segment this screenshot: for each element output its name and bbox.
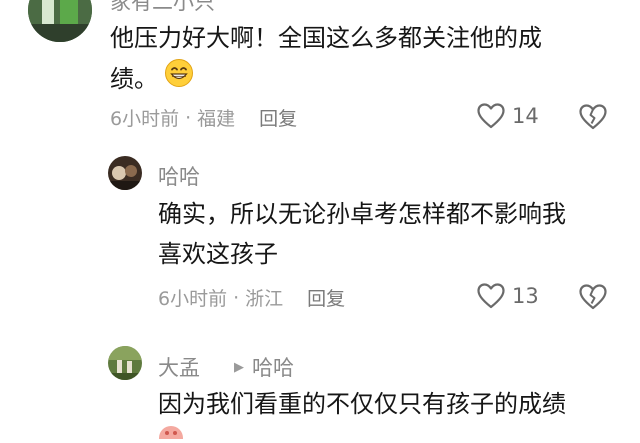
- reply-arrow-icon: ▶: [234, 359, 244, 375]
- comment-text: 因为我们看重的不仅仅只有孩子的成绩: [158, 384, 566, 424]
- comment-text: 他压力好大啊！全国这么多都关注他的成 绩。: [110, 18, 542, 100]
- comment-text: 确实，所以无论孙卓考怎样都不影响我 喜欢这孩子: [158, 194, 566, 274]
- avatar[interactable]: [28, 0, 92, 42]
- comment-meta: 6小时前 · 浙江 回复: [158, 284, 345, 311]
- comment-time: 6小时前: [158, 288, 228, 310]
- like-button[interactable]: 14: [476, 102, 539, 130]
- comment-username[interactable]: 家有二小只: [110, 0, 215, 16]
- avatar[interactable]: [108, 156, 142, 190]
- comment-text-line: 因为我们看重的不仅仅只有孩子的成绩: [158, 390, 566, 418]
- comment-username: 大孟 ▶ 哈哈: [158, 352, 294, 382]
- heart-icon: [477, 103, 505, 129]
- grin-emoji-icon: [164, 58, 194, 100]
- reply-button[interactable]: 回复: [259, 104, 297, 131]
- separator-dot: ·: [185, 106, 192, 129]
- like-button[interactable]: 13: [476, 282, 539, 310]
- dislike-button[interactable]: [578, 103, 608, 135]
- comment-location: 浙江: [245, 288, 284, 310]
- broken-heart-icon: [579, 104, 607, 130]
- comment-text-line: 喜欢这孩子: [158, 240, 278, 268]
- comment-username[interactable]: 哈哈: [158, 161, 200, 191]
- avatar-image: [28, 0, 92, 42]
- comment-location: 福建: [197, 108, 236, 130]
- avatar[interactable]: [108, 346, 142, 380]
- dislike-button[interactable]: [578, 283, 608, 315]
- broken-heart-icon: [579, 284, 607, 310]
- comment-text-line: 他压力好大啊！全国这么多都关注他的成: [110, 24, 542, 52]
- comment-text-line-2: 绩。: [110, 58, 542, 100]
- comment-time: 6小时前: [110, 108, 180, 130]
- avatar-image: [108, 346, 142, 380]
- reply-button[interactable]: 回复: [307, 284, 345, 311]
- like-count: 14: [512, 104, 539, 128]
- reply-to-username[interactable]: 哈哈: [252, 352, 294, 382]
- avatar-image: [108, 156, 142, 190]
- emoji-icon: [158, 424, 184, 443]
- like-count: 13: [512, 284, 539, 308]
- comment-text-line: 确实，所以无论孙卓考怎样都不影响我: [158, 200, 566, 228]
- heart-icon: [477, 283, 505, 309]
- separator-dot: ·: [233, 286, 240, 309]
- comment-text-line: 绩。: [110, 65, 158, 93]
- comment-meta: 6小时前 · 福建 回复: [110, 104, 297, 131]
- comment-username-text[interactable]: 大孟: [158, 352, 200, 382]
